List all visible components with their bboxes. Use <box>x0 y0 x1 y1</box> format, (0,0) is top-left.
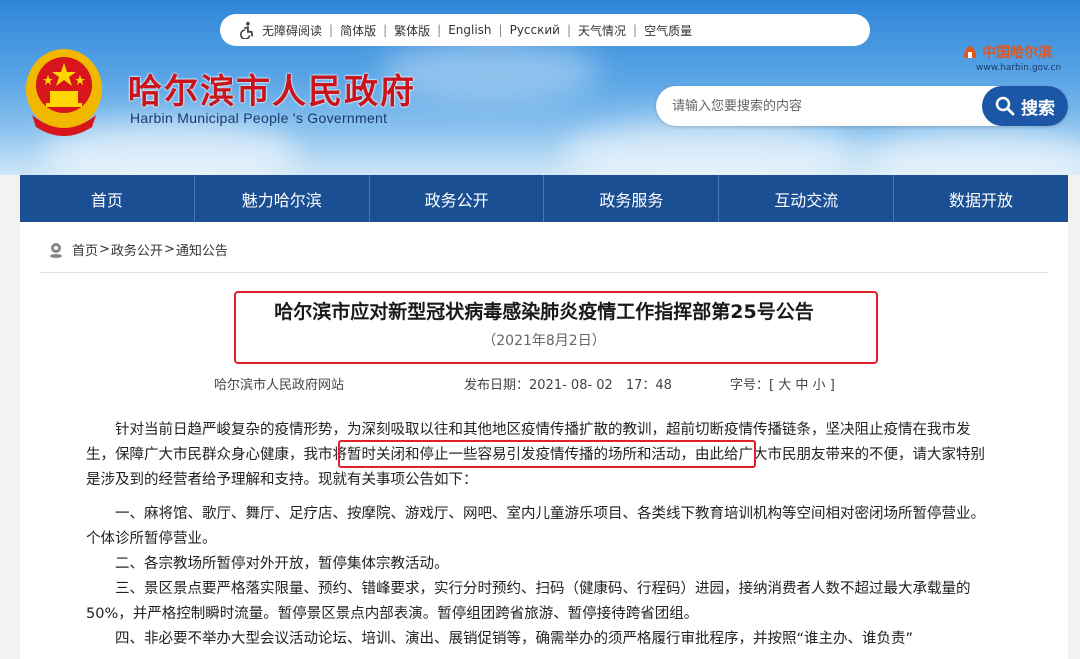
publish-time: 2021- 08- 02 17：48 <box>529 378 672 393</box>
separator: | <box>498 23 503 37</box>
article-source: 哈尔滨市人民政府网站 <box>214 378 345 393</box>
nav-item-charm-harbin[interactable]: 魅力哈尔滨 <box>195 175 370 222</box>
separator: | <box>329 23 334 37</box>
link-weather[interactable]: 天气情况 <box>578 22 626 39</box>
paragraph-2: 二、各宗教场所暂停对外开放，暂停集体宗教活动。 <box>115 556 449 572</box>
link-english[interactable]: English <box>448 23 491 37</box>
separator: | <box>437 23 442 37</box>
intro-highlighted: 我市将暂时关闭和停止一些容易引发疫情传播的场所和活动， <box>303 447 696 463</box>
article-date: （2021年8月2日） <box>482 333 606 349</box>
link-traditional[interactable]: 繁体版 <box>394 22 430 39</box>
paragraph-intro: 针对当前日趋严峻复杂的疫情形势，为深刻吸取以往和其他地区疫情传播扩散的教训，超前… <box>86 418 996 493</box>
nav-item-open-data[interactable]: 数据开放 <box>894 175 1068 222</box>
accessibility-icon[interactable] <box>238 21 256 39</box>
harbin-logo-icon <box>964 46 976 58</box>
nav-item-government-affairs[interactable]: 政务公开 <box>370 175 545 222</box>
search-button-label: 搜索 <box>1021 98 1055 119</box>
brand-name: 中国哈尔滨 <box>982 45 1052 61</box>
location-pin-icon <box>50 242 62 258</box>
separator: | <box>383 23 388 37</box>
site-title: 哈尔滨市人民政府 <box>128 72 416 112</box>
brand-url: www.harbin.gov.cn <box>976 63 1062 73</box>
paragraph-3: 三、景区景点要严格落实限量、预约、错峰要求，实行分时预约、扫码（健康码、行程码）… <box>86 581 971 622</box>
publish-date: 发布日期：2021- 08- 02 17：48 <box>464 374 672 393</box>
link-simplified[interactable]: 简体版 <box>340 22 376 39</box>
divider <box>40 272 1048 273</box>
search-icon <box>995 96 1015 116</box>
nav-item-government-services[interactable]: 政务服务 <box>544 175 720 222</box>
breadcrumb-government-affairs[interactable]: 政务公开 <box>111 240 163 259</box>
article-title: 哈尔滨市应对新型冠状病毒感染肺炎疫情工作指挥部第25号公告 <box>274 301 814 323</box>
font-size-control: 字号：[ 大 中 小 ] <box>730 374 835 393</box>
national-emblem-icon <box>26 49 102 136</box>
search-input[interactable] <box>672 94 972 118</box>
search-button[interactable]: 搜索 <box>982 86 1068 126</box>
breadcrumb-home[interactable]: 首页 <box>72 240 98 259</box>
paragraph-1: 一、麻将馆、歌厅、舞厅、足疗店、按摩院、游戏厅、网吧、室内儿童游乐项目、各类线下… <box>86 506 985 547</box>
search-box: 搜索 <box>656 86 1068 126</box>
nav-item-home[interactable]: 首页 <box>20 175 195 222</box>
site-subtitle: Harbin Municipal People 's Government <box>130 110 388 126</box>
font-size-close: ] <box>829 378 835 393</box>
article-body: 针对当前日趋严峻复杂的疫情形势，为深刻吸取以往和其他地区疫情传播扩散的教训，超前… <box>86 418 996 659</box>
harbin-brand-logo[interactable]: 中国哈尔滨 www.harbin.gov.cn <box>962 42 1072 73</box>
breadcrumb-separator: > <box>99 242 110 257</box>
publish-label: 发布日期： <box>464 378 530 393</box>
link-russian[interactable]: Русский <box>510 23 560 37</box>
top-links-bar: 无障碍阅读 | 简体版 | 繁体版 | English | Русский | … <box>220 14 870 46</box>
header-banner: 无障碍阅读 | 简体版 | 繁体版 | English | Русский | … <box>0 0 1080 175</box>
nav-item-interaction[interactable]: 互动交流 <box>719 175 895 222</box>
breadcrumb: 首页 > 政务公开 > 通知公告 <box>48 240 228 259</box>
link-air-quality[interactable]: 空气质量 <box>644 22 692 39</box>
separator: | <box>566 23 572 37</box>
font-size-large[interactable]: 大 <box>778 378 791 393</box>
font-size-small[interactable]: 小 <box>813 378 826 393</box>
breadcrumb-notices[interactable]: 通知公告 <box>176 240 228 259</box>
link-accessible-reading[interactable]: 无障碍阅读 <box>262 22 322 39</box>
paragraph-4: 四、非必要不举办大型会议活动论坛、培训、演出、展销促销等，确需举办的须严格履行审… <box>115 631 914 647</box>
font-size-label: 字号：[ <box>730 378 775 393</box>
content-panel: 首页 > 政务公开 > 通知公告 哈尔滨市应对新型冠状病毒感染肺炎疫情工作指挥部… <box>20 222 1068 659</box>
font-size-medium[interactable]: 中 <box>795 378 808 393</box>
breadcrumb-separator: > <box>163 242 175 257</box>
main-nav: 首页 魅力哈尔滨 政务公开 政务服务 互动交流 数据开放 <box>20 175 1068 222</box>
separator: | <box>633 23 638 37</box>
